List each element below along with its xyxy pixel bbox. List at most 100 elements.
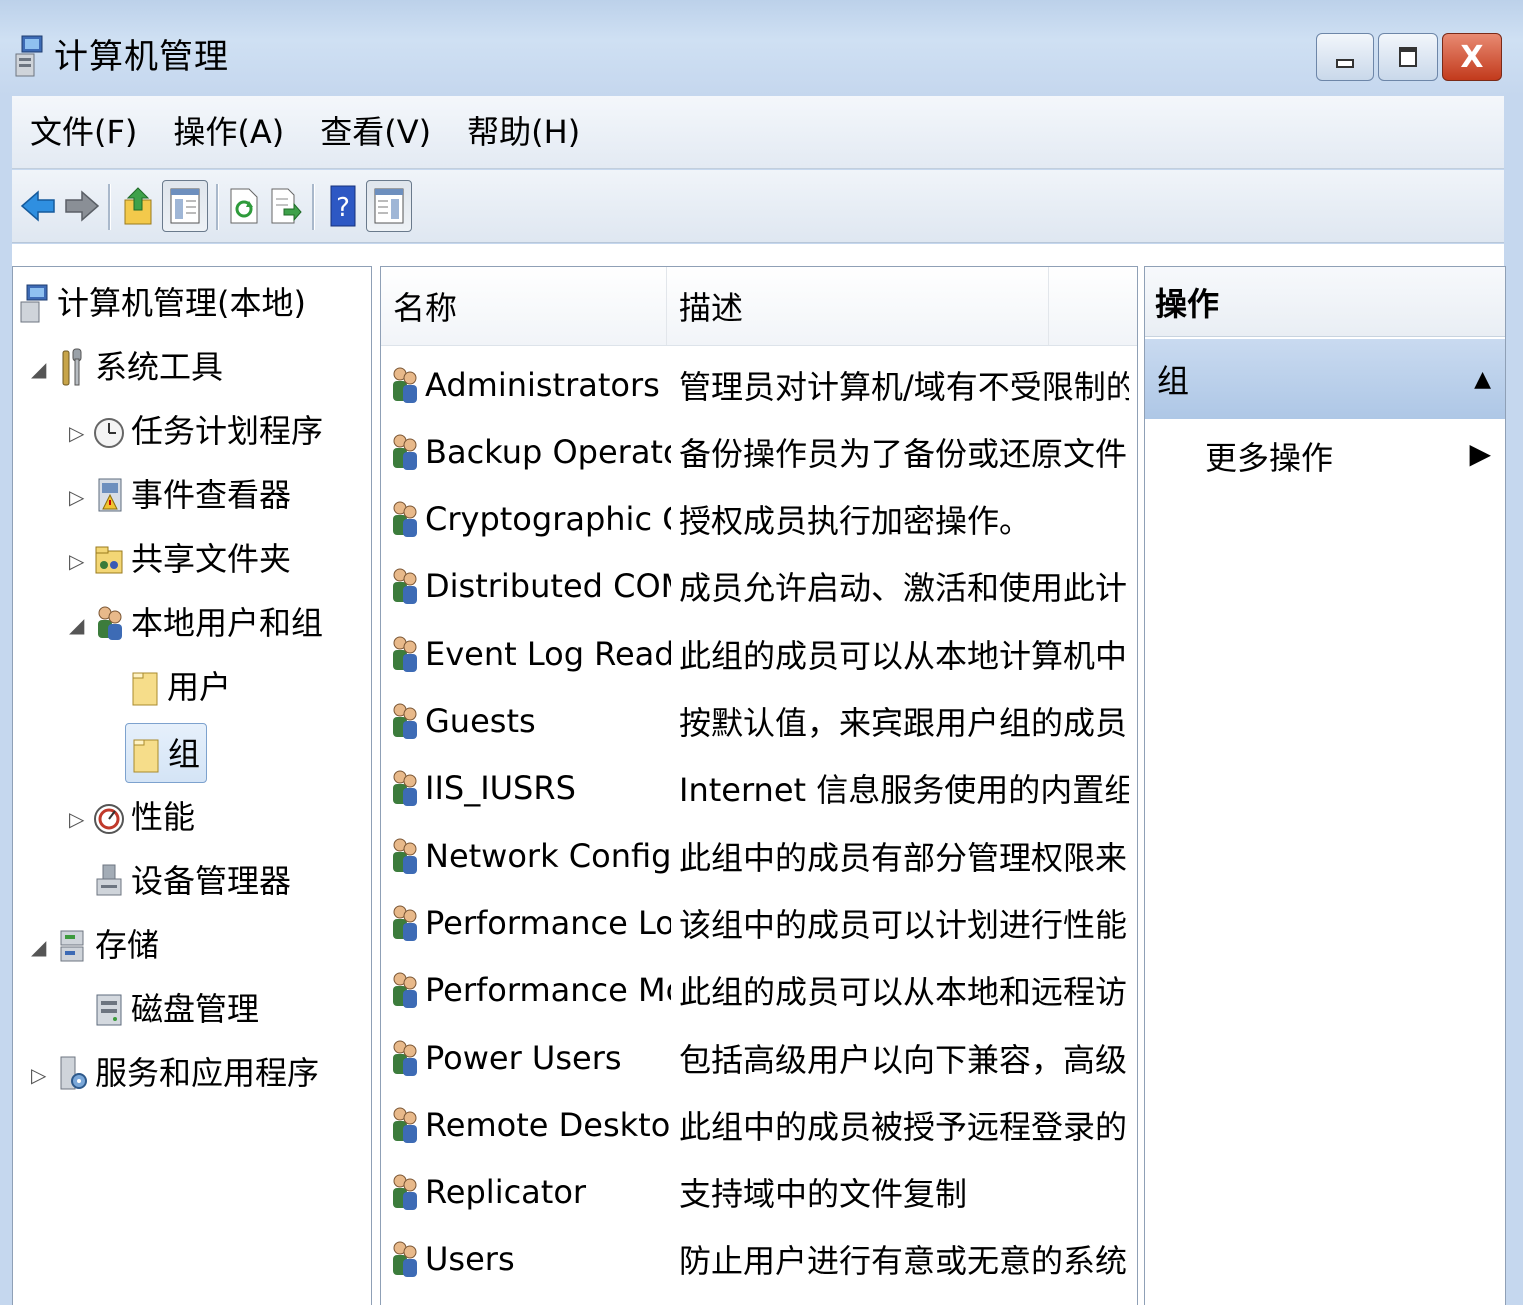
group-icon [393,1040,417,1076]
tree-label-groups: 组 [168,735,201,773]
computer-management-icon [15,35,43,77]
column-header-name[interactable]: 名称 [381,267,667,345]
list-item[interactable]: Network Configurat...此组中的成员有部分管理权限来... [381,822,1137,889]
storage-icon [60,930,84,962]
actions-pane: 操作 组 ▲ 更多操作 ▶ [1144,266,1506,1305]
show-hide-tree-button[interactable] [162,180,208,232]
list-item[interactable]: Distributed COM Us...成员允许启动、激活和使用此计... [381,553,1137,620]
submenu-arrow-icon[interactable]: ▶ [1469,437,1491,470]
tree-label-performance: 性能 [131,798,196,836]
tree-label-storage: 存储 [95,926,160,964]
toolbar-separator [312,184,315,230]
up-level-icon [124,187,152,225]
close-button[interactable]: X [1442,33,1502,81]
tree-node-disk-management[interactable]: 磁盘管理 [93,983,259,1035]
close-icon: X [1460,39,1484,75]
expanded-arrow-icon[interactable]: ◢ [69,613,84,637]
help-button[interactable]: ? [326,180,360,232]
group-icon [393,1241,417,1278]
groups-list: 名称 描述 Administrators 管理员对计算机/域有不受限制的... Ba… [380,266,1138,1305]
list-item[interactable]: Performance Log U...该组中的成员可以计划进行性能... [381,889,1137,956]
menu-action[interactable]: 操作(A) [155,110,302,154]
menu-view[interactable]: 查看(V) [302,110,449,154]
shared-folder-icon [95,546,123,574]
tree-label-event-viewer: 事件查看器 [131,476,292,514]
main-area: 计算机管理(本地) ◢ 系统工具 ▷ 任务计划程序 ▷ 事件查看器 ▷ 共享文件… [12,244,1506,1305]
list-item[interactable]: Remote Desktop Us...此组中的成员被授予远程登录的... [381,1091,1137,1158]
group-name: Remote Desktop Us... [425,1105,671,1144]
group-name: IIS_IUSRS [425,769,576,808]
list-item[interactable]: Administrators 管理员对计算机/域有不受限制的... [381,351,1137,418]
menu-help[interactable]: 帮助(H) [449,110,598,154]
tree-node-system-tools[interactable]: 系统工具 [57,341,223,393]
menu-file[interactable]: 文件(F) [12,110,155,154]
tree-node-event-viewer[interactable]: 事件查看器 [93,469,291,521]
tree-label-root: 计算机管理(本地) [57,284,306,322]
services-icon [60,1056,87,1090]
list-item[interactable]: Replicator 支持域中的文件复制 [381,1159,1137,1226]
tree-node-device-manager[interactable]: 设备管理器 [93,855,291,907]
list-item[interactable]: Guests 按默认值，来宾跟用户组的成员... [381,688,1137,755]
group-description: 此组中的成员有部分管理权限来... [679,838,1129,877]
group-description: 此组的成员可以从本地计算机中... [679,636,1129,675]
window: 计算机管理 X 文件(F) 操作(A) 查看(V) 帮助(H) ? 计算机管理(… [0,0,1523,1305]
collapsed-arrow-icon[interactable]: ▷ [31,1063,46,1087]
refresh-button[interactable] [226,180,262,232]
event-viewer-icon [98,478,122,512]
folder-icon [133,739,159,773]
tree-node-root[interactable]: 计算机管理(本地) [19,277,306,329]
actions-section-groups[interactable]: 组 ▲ [1145,339,1505,419]
up-level-button[interactable] [120,180,156,232]
performance-icon [94,804,124,834]
computer-management-icon [20,284,48,323]
tree-node-performance[interactable]: 性能 [93,791,195,843]
actions-title: 操作 [1145,267,1505,337]
group-name: Administrators [425,365,660,404]
back-button[interactable] [18,180,58,232]
group-description: 支持域中的文件复制 [679,1175,968,1214]
list-item[interactable]: Event Log Readers此组的成员可以从本地计算机中... [381,620,1137,687]
tree-node-storage[interactable]: 存储 [57,919,159,971]
tree-node-local-users-groups[interactable]: 本地用户和组 [93,597,323,649]
column-header-description[interactable]: 描述 [667,267,1049,345]
list-item[interactable]: Users 防止用户进行有意或无意的系统... [381,1226,1137,1293]
group-name: Distributed COM Us... [425,567,671,606]
tree-node-services-apps[interactable]: 服务和应用程序 [57,1047,319,1099]
title-bar: 计算机管理 X [0,0,1523,96]
expanded-arrow-icon[interactable]: ◢ [31,935,46,959]
show-hide-action-pane-button[interactable] [366,180,412,232]
collapsed-arrow-icon[interactable]: ▷ [69,549,84,573]
list-item[interactable]: Backup Operators备份操作员为了备份或还原文件... [381,418,1137,485]
collapsed-arrow-icon[interactable]: ▷ [69,485,84,509]
minimize-button[interactable] [1316,33,1374,81]
list-item[interactable]: Cryptographic Oper...授权成员执行加密操作。 [381,486,1137,553]
toolbar-separator [216,184,219,230]
tree-label-disk-management: 磁盘管理 [131,990,260,1028]
tree-node-task-scheduler[interactable]: 任务计划程序 [93,405,323,457]
group-name: Users [425,1240,515,1279]
group-name: Network Configurat... [425,836,671,875]
show-hide-tree-icon [170,188,200,224]
list-item[interactable]: IIS_IUSRS Internet 信息服务使用的内置组。 [381,755,1137,822]
tree-node-users[interactable]: 用户 [129,661,231,713]
toolbar-separator [108,184,111,230]
collapse-up-icon[interactable]: ▲ [1474,367,1491,392]
more-actions-item[interactable]: 更多操作 [1205,433,1333,479]
list-header: 名称 描述 [381,267,1137,346]
refresh-icon [230,188,258,224]
collapsed-arrow-icon[interactable]: ▷ [69,421,84,445]
group-description: 此组的成员可以从本地和远程访... [679,973,1129,1012]
list-item[interactable]: Performance Monit...此组的成员可以从本地和远程访... [381,957,1137,1024]
tree-node-shared-folders[interactable]: 共享文件夹 [93,533,291,585]
export-list-button[interactable] [268,180,304,232]
group-description: 管理员对计算机/域有不受限制的... [679,367,1129,406]
expanded-arrow-icon[interactable]: ◢ [31,357,46,381]
forward-button[interactable] [62,180,102,232]
collapsed-arrow-icon[interactable]: ▷ [69,807,84,831]
group-name: Replicator [425,1173,587,1212]
tree-node-groups[interactable]: 组 [125,723,208,783]
tree-label-users: 用户 [167,668,232,706]
list-item[interactable]: Power Users 包括高级用户以向下兼容，高级... [381,1024,1137,1091]
maximize-button[interactable] [1378,33,1438,81]
group-description: 该组中的成员可以计划进行性能... [679,905,1129,944]
